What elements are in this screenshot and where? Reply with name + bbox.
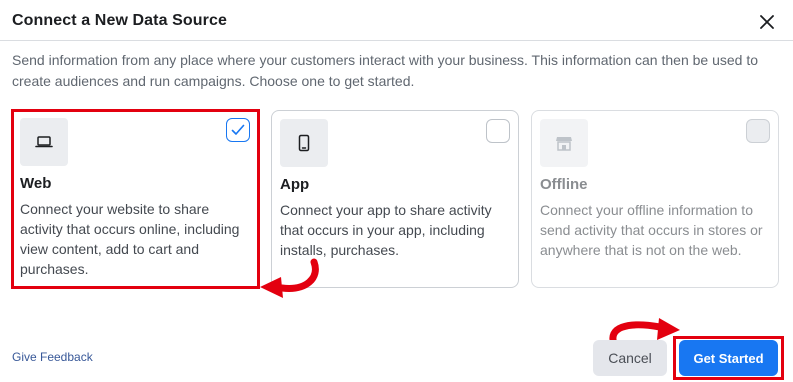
give-feedback-link[interactable]: Give Feedback [12, 350, 93, 364]
get-started-button[interactable]: Get Started [679, 340, 778, 376]
dialog-title: Connect a New Data Source [12, 12, 227, 29]
connect-data-source-dialog: Connect a New Data Source Send informati… [0, 0, 793, 382]
store-icon [540, 119, 588, 167]
option-card-app[interactable]: App Connect your app to share activity t… [271, 110, 519, 288]
option-card-offline: Offline Connect your offline information… [531, 110, 779, 288]
option-description-offline: Connect your offline information to send… [540, 202, 763, 258]
option-title-app: App [280, 176, 310, 193]
option-card-web[interactable]: Web Connect your website to share activi… [12, 110, 258, 288]
laptop-icon [20, 118, 68, 166]
web-checkbox[interactable] [226, 118, 250, 142]
option-title-offline: Offline [540, 176, 588, 193]
mobile-phone-icon [280, 119, 328, 167]
option-title-web: Web [20, 175, 52, 192]
option-description-web: Connect your website to share activity t… [20, 201, 240, 277]
app-checkbox[interactable] [486, 119, 510, 143]
checkmark-icon [231, 124, 245, 135]
dialog-description: Send information from any place where yo… [12, 52, 759, 89]
close-icon[interactable] [756, 11, 778, 33]
cancel-button[interactable]: Cancel [593, 340, 667, 376]
offline-checkbox [746, 119, 770, 143]
header-divider [0, 40, 793, 41]
option-description-app: Connect your app to share activity that … [280, 202, 492, 258]
